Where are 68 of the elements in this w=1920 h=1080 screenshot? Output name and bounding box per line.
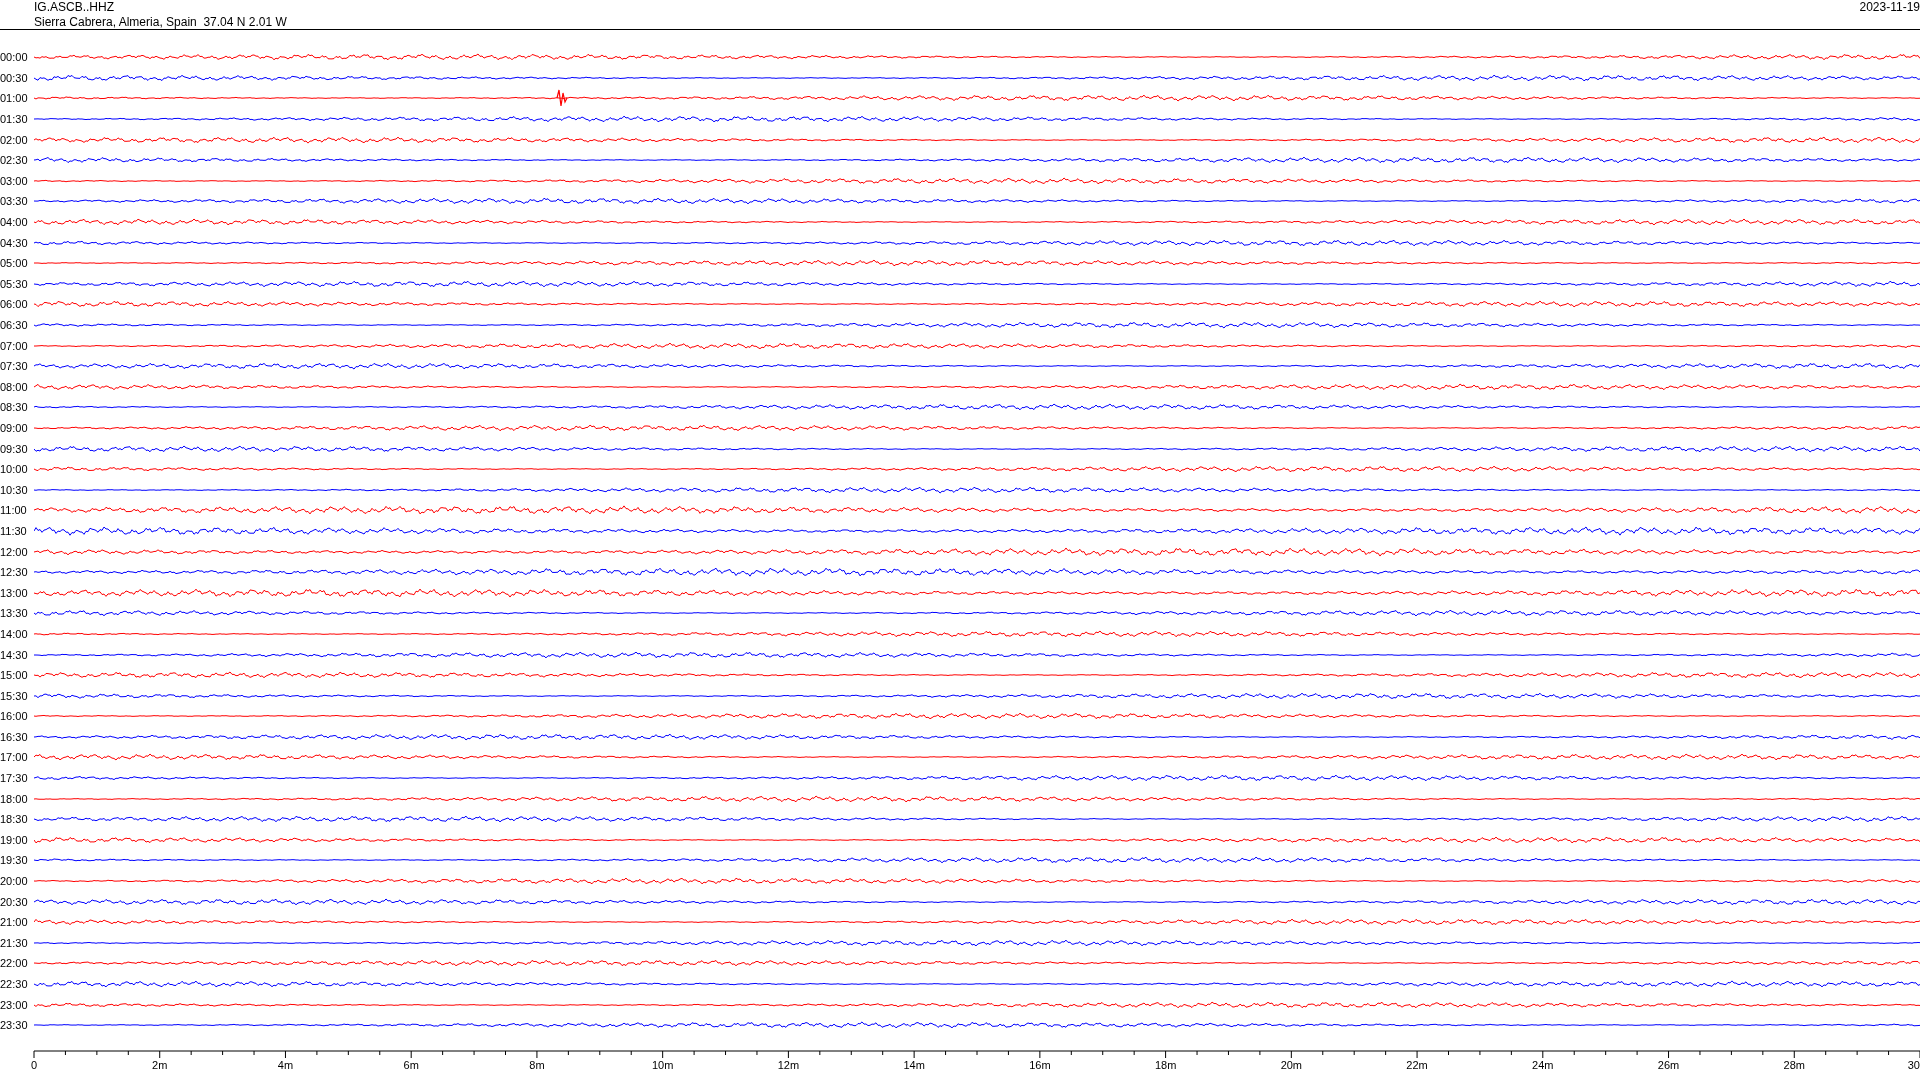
hour-label: 09:00 — [0, 422, 29, 434]
tick-label: 6m — [403, 1058, 419, 1071]
hour-label: 20:00 — [0, 875, 29, 888]
tick-label: 22m — [1406, 1058, 1428, 1071]
hour-label: 15:00 — [0, 669, 29, 682]
hour-label: 21:00 — [0, 916, 29, 929]
hour-label: 19:00 — [0, 833, 29, 846]
tick-label: 4m — [277, 1058, 294, 1071]
hour-label: 11:30 — [0, 524, 28, 537]
hour-label: 17:00 — [0, 751, 29, 764]
hour-label: 01:30 — [0, 113, 29, 126]
hour-label: 20:30 — [0, 895, 29, 908]
hour-label: 03:00 — [0, 174, 29, 187]
tick-label: 2m — [152, 1058, 168, 1071]
tick-label: 12m — [777, 1058, 800, 1071]
tick-label: 26m — [1657, 1058, 1680, 1071]
hour-label: 09:30 — [0, 442, 29, 455]
tick-label: 28m — [1783, 1058, 1805, 1071]
hour-label: 13:30 — [0, 607, 29, 620]
hour-label: 01:00 — [0, 92, 29, 105]
hour-label: 05:00 — [0, 257, 29, 270]
hour-label: 06:00 — [0, 298, 29, 311]
station-location: Sierra Cabrera, Almeria, Spain 37.04 N 2.01 W — [34, 15, 287, 30]
station-code: IG.ASCB..HHZ — [34, 0, 114, 15]
hour-label: 22:30 — [0, 978, 29, 990]
hour-label: 14:30 — [0, 648, 29, 661]
hour-label: 13:00 — [0, 586, 29, 599]
tick-label: 18m — [1154, 1058, 1177, 1071]
hour-label: 06:30 — [0, 319, 29, 331]
tick-label: 24m — [1532, 1058, 1554, 1071]
hour-label: 21:30 — [0, 936, 29, 949]
hour-label: 16:00 — [0, 710, 29, 723]
hour-label: 16:30 — [0, 730, 29, 743]
hour-label: 02:00 — [0, 133, 29, 146]
tick-label: 16m — [1029, 1058, 1051, 1071]
hour-label: 23:30 — [0, 1019, 29, 1032]
tick-label: 14m — [903, 1058, 925, 1071]
hour-label: 23:00 — [0, 998, 29, 1011]
hour-label: 17:30 — [0, 772, 29, 785]
hour-label: 14:00 — [0, 627, 29, 640]
hour-label: 11:00 — [0, 504, 28, 517]
hour-label: 19:30 — [0, 854, 29, 867]
hour-label: 04:00 — [0, 216, 29, 229]
hour-label: 12:30 — [0, 566, 29, 579]
tick-label: 8m — [529, 1058, 545, 1071]
hour-label: 08:00 — [0, 380, 29, 393]
hour-label: 10:00 — [0, 463, 29, 476]
hour-label: 18:00 — [0, 792, 29, 805]
hour-label: 10:30 — [0, 483, 29, 496]
seismic-spike — [556, 89, 568, 108]
hour-label: 05:30 — [0, 277, 29, 290]
hour-label: 03:30 — [0, 195, 29, 208]
plot-date: 2023-11-19 — [1859, 0, 1920, 15]
hour-label: 07:30 — [0, 360, 29, 373]
hour-label: 04:30 — [0, 236, 29, 249]
hour-label: 08:30 — [0, 401, 29, 414]
tick-label: 0 — [30, 1058, 38, 1071]
hour-label: 00:30 — [0, 71, 29, 84]
hour-label: 15:30 — [0, 689, 29, 702]
tick-label: 10m — [651, 1058, 674, 1071]
hour-label: 07:00 — [0, 339, 29, 352]
hour-label: 22:00 — [0, 957, 29, 970]
tick-label: 30 — [1907, 1058, 1920, 1071]
tick-label: 20m — [1280, 1058, 1303, 1071]
hour-label: 18:30 — [0, 813, 29, 826]
hour-label: 12:00 — [0, 545, 29, 558]
hour-label: 00:00 — [0, 51, 29, 64]
hour-label: 02:30 — [0, 154, 29, 167]
